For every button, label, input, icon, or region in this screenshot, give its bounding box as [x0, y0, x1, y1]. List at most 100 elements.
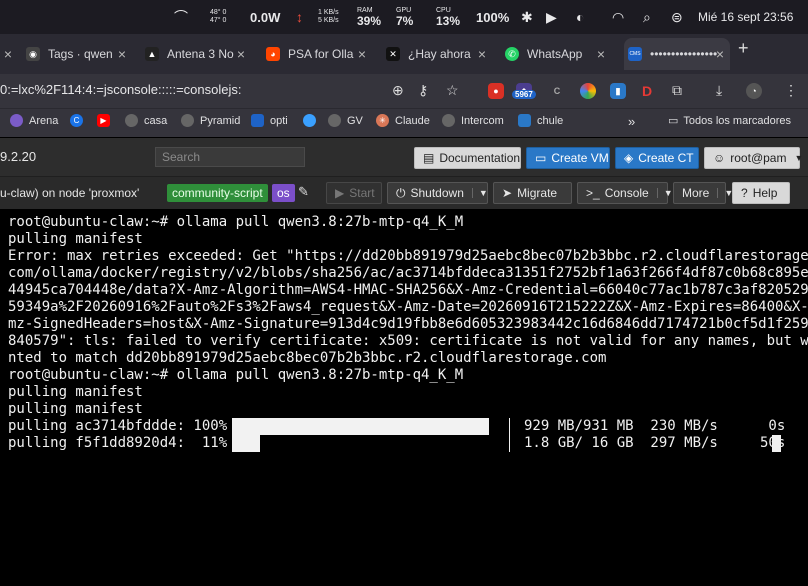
- create-ct-button[interactable]: ◈ Create CT: [615, 147, 699, 169]
- extensions-puzzle-icon[interactable]: ⧉: [672, 82, 682, 99]
- bird-icon: [303, 114, 316, 127]
- globe-icon: [328, 114, 341, 127]
- tab-psa-ollama[interactable]: ◕ PSA for Olla ×: [266, 38, 372, 70]
- close-icon[interactable]: ×: [4, 46, 12, 62]
- create-vm-button[interactable]: ▭ Create VM: [526, 147, 610, 169]
- search-icon[interactable]: ⌕: [643, 0, 651, 34]
- tag-os[interactable]: os: [272, 184, 295, 202]
- extension-badge: 5967: [512, 90, 536, 99]
- migrate-button[interactable]: ➤ Migrate: [493, 182, 572, 204]
- new-tab-button[interactable]: +: [738, 38, 749, 59]
- progress-bar-fill: [232, 435, 260, 452]
- tab-strip: × ◉ Tags · qwen × ▲ Antena 3 No × ◕ PSA …: [0, 34, 808, 74]
- menubar-app-icon[interactable]: ⌒: [174, 0, 188, 34]
- search-input[interactable]: Search: [155, 147, 305, 167]
- bookmark-chule[interactable]: chule: [518, 114, 563, 127]
- bookmark-arena[interactable]: Arena: [10, 114, 58, 127]
- temp-top-value: 0: [222, 9, 227, 16]
- shutdown-button[interactable]: ⏻ Shutdown ▼: [387, 182, 488, 204]
- tab-antena3[interactable]: ▲ Antena 3 No ×: [145, 38, 251, 70]
- chevron-down-icon[interactable]: ▼: [471, 188, 488, 198]
- arena-icon: [10, 114, 23, 127]
- status-icon[interactable]: ◐: [576, 0, 584, 34]
- extension-c-icon[interactable]: C: [549, 83, 565, 99]
- tab-tags-qwen[interactable]: ◉ Tags · qwen ×: [26, 38, 132, 70]
- extension-color-icon[interactable]: [580, 83, 596, 99]
- extension-red-icon[interactable]: ●: [488, 83, 504, 99]
- globe-icon: [125, 114, 138, 127]
- zoom-icon[interactable]: ⊕: [392, 82, 404, 99]
- menubar-clock[interactable]: Mié 16 sept 23:56: [698, 0, 793, 34]
- tab-hay-ahora[interactable]: ✕ ¿Hay ahora ×: [386, 38, 492, 70]
- power-readout[interactable]: 0.0W: [250, 0, 280, 34]
- kebab-menu-icon[interactable]: ⋮: [784, 82, 798, 99]
- terminal-line: 44945ca704448e/data?X-Amz-Algorithm=AWS4…: [8, 282, 808, 298]
- bookmarks-overflow-button[interactable]: »: [628, 114, 635, 129]
- edit-tags-icon[interactable]: ✎: [298, 184, 309, 200]
- ram-monitor[interactable]: RAM 39%: [357, 0, 381, 34]
- bookmark-c[interactable]: C: [70, 114, 89, 127]
- terminal-line: 840579": tls: failed to verify certifica…: [8, 333, 808, 349]
- console-button[interactable]: >_ Console ▼: [577, 182, 673, 204]
- temp-top: 48°: [210, 9, 221, 16]
- close-icon[interactable]: ×: [118, 46, 126, 62]
- control-center-icon[interactable]: ⊜: [671, 0, 683, 34]
- bookmark-gv[interactable]: GV: [328, 114, 363, 127]
- wifi-icon[interactable]: ◠: [612, 0, 624, 34]
- bookmark-opti[interactable]: opti: [251, 114, 288, 127]
- tab-partial[interactable]: ×: [0, 38, 16, 70]
- monitor-icon: ▭: [535, 151, 547, 165]
- pve-version: 9.2.20: [0, 149, 37, 164]
- key-icon[interactable]: ⚷: [418, 82, 428, 99]
- user-menu-button[interactable]: ☺ root@pam ▼: [704, 147, 803, 169]
- globe-icon: [442, 114, 455, 127]
- chevron-down-icon[interactable]: ▼: [717, 188, 733, 198]
- bookmark-casa[interactable]: casa: [125, 114, 167, 127]
- terminal-line: 59349a%2F20260916%2Fauto%2Fs3%2Faws4_req…: [8, 299, 808, 315]
- all-bookmarks[interactable]: ▭ Todos los marcadores: [668, 114, 791, 128]
- close-icon[interactable]: ×: [237, 46, 245, 62]
- help-button[interactable]: ? Help: [732, 182, 790, 204]
- network-arrows-icon: ↕: [296, 9, 303, 25]
- youtube-icon: ▶: [97, 114, 110, 127]
- terminal-line: pulling manifest: [8, 384, 143, 400]
- temp-monitor[interactable]: 48° 0 47° 0: [210, 0, 226, 34]
- download-icon[interactable]: ⤓: [716, 82, 722, 99]
- terminal-line: nted to match dd20bb891979d25aebc8bec07b…: [8, 350, 607, 366]
- bookmark-pyramid[interactable]: Pyramid: [181, 114, 240, 127]
- url-field[interactable]: 0:=lxc%2F114:4:=jsconsole:::::=consolejs…: [0, 82, 241, 97]
- bookmark-claude[interactable]: ✳ Claude: [376, 114, 430, 127]
- bluetooth-icon[interactable]: ✱: [521, 0, 533, 34]
- tab-active-cms[interactable]: CMS •••••••••••••••• ×: [624, 38, 730, 70]
- start-button[interactable]: ▶ Start: [326, 182, 382, 204]
- progress-stats: 1.8 GB/ 16 GB 297 MB/s 50s: [524, 435, 786, 451]
- terminal-console[interactable]: root@ubuntu-claw:~# ollama pull qwen3.8:…: [0, 212, 808, 586]
- documentation-button[interactable]: ▤ Documentation: [414, 147, 521, 169]
- close-icon[interactable]: ×: [716, 46, 724, 62]
- chule-icon: [518, 114, 531, 127]
- extension-blue-icon[interactable]: ▮: [610, 83, 626, 99]
- tag-community-script[interactable]: community-script: [167, 184, 268, 202]
- close-icon[interactable]: ×: [478, 46, 486, 62]
- bookmarks-bar: Arena C ▶ casa Pyramid opti GV ✳ Claude I…: [0, 108, 808, 137]
- bookmark-bird[interactable]: [303, 114, 322, 127]
- network-monitor[interactable]: 1 KB/s 5 KB/s: [318, 0, 339, 34]
- github-icon: ◉: [26, 47, 40, 61]
- x-icon: ✕: [386, 47, 400, 61]
- cpu-monitor[interactable]: CPU 13%: [436, 0, 460, 34]
- bookmark-intercom[interactable]: Intercom: [442, 114, 504, 127]
- close-icon[interactable]: ×: [358, 46, 366, 62]
- now-playing-icon[interactable]: ▶: [546, 0, 557, 34]
- battery-percent[interactable]: 100%: [476, 0, 509, 34]
- profile-avatar[interactable]: ◔: [746, 83, 762, 99]
- chevron-down-icon[interactable]: ▼: [656, 188, 673, 198]
- bookmark-star-icon[interactable]: ☆: [446, 82, 459, 99]
- cube-icon: ◈: [624, 151, 634, 165]
- bookmark-youtube[interactable]: ▶: [97, 114, 116, 127]
- guest-title: u-claw) on node 'proxmox': [0, 186, 140, 200]
- extension-d-icon[interactable]: D: [639, 83, 655, 99]
- gpu-monitor[interactable]: GPU 7%: [396, 0, 413, 34]
- close-icon[interactable]: ×: [597, 46, 605, 62]
- tab-whatsapp[interactable]: ✆ WhatsApp ×: [505, 38, 611, 70]
- more-button[interactable]: More ▼: [673, 182, 733, 204]
